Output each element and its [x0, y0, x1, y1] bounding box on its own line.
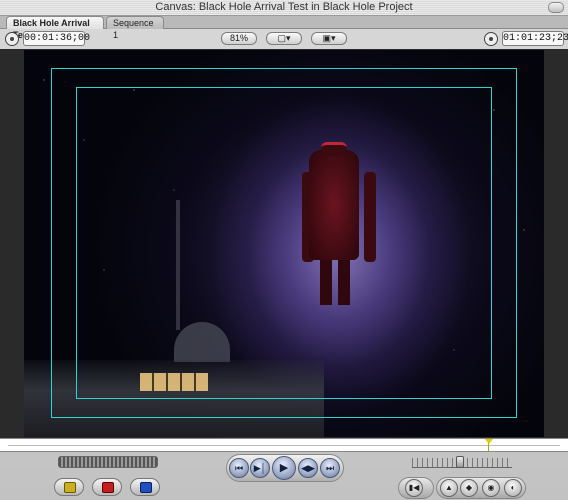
video-frame[interactable]	[24, 50, 544, 437]
scrubber-track	[8, 445, 560, 446]
play-around-current-button[interactable]: ◀▶	[298, 458, 318, 478]
tab-bar: Black Hole Arrival Test Sequence 1	[0, 16, 568, 40]
mark-out-icon	[102, 482, 114, 493]
current-timecode-field[interactable]: 01:01:23;23	[502, 31, 568, 46]
mark-clip-button[interactable]: ▲	[440, 479, 458, 497]
view-popup[interactable]: ▢▾	[266, 32, 302, 45]
zoom-popup[interactable]: 81%	[221, 32, 257, 45]
previous-edit-button[interactable]: ⏮	[229, 458, 249, 478]
current-timecode-target-icon	[484, 32, 498, 46]
window-zoom-button[interactable]	[548, 2, 564, 13]
play-button[interactable]: ▶	[272, 456, 296, 480]
overlay-popup[interactable]: ▣▾	[311, 32, 347, 45]
scrubber-bar[interactable]	[0, 438, 568, 452]
mark-out-button[interactable]	[92, 478, 122, 496]
jog-thumb[interactable]	[456, 456, 464, 468]
mark-in-button[interactable]	[54, 478, 84, 496]
tab-sequence-1[interactable]: Sequence 1	[106, 16, 164, 40]
canvas-controls: 00:01:36;00 81% ▢▾ ▣▾ 01:01:23;23	[0, 29, 568, 49]
duration-target-icon	[5, 32, 19, 46]
mark-in-icon	[64, 482, 76, 493]
duration-timecode-field[interactable]: 00:01:36;00	[23, 31, 90, 46]
overlay-insert-button[interactable]	[130, 478, 160, 496]
mark-out-point-button[interactable]: ◐	[504, 479, 522, 497]
add-marker-button[interactable]: ◆	[460, 479, 478, 497]
title-bar[interactable]: Canvas: Black Hole Arrival Test in Black…	[0, 0, 568, 16]
jog-control[interactable]	[412, 456, 512, 468]
play-in-to-out-button[interactable]: ▶│	[250, 458, 270, 478]
title-safe-boundary	[76, 87, 492, 399]
overwrite-icon	[140, 482, 152, 493]
window-title: Canvas: Black Hole Arrival Test in Black…	[155, 1, 413, 13]
next-edit-button[interactable]: ⏭	[320, 458, 340, 478]
canvas-window: Canvas: Black Hole Arrival Test in Black…	[0, 0, 568, 500]
shuttle-control[interactable]	[58, 456, 158, 468]
playhead[interactable]	[485, 439, 493, 451]
match-frame-button[interactable]: ▮◀	[405, 479, 423, 497]
transport-controls: ⏮ ▶│ ▶ ◀▶ ⏭ ▮◀ ▲ ◆ ◉ ◐	[0, 452, 568, 500]
mark-in-point-button[interactable]: ◉	[482, 479, 500, 497]
tab-black-hole-arrival-test[interactable]: Black Hole Arrival Test	[6, 16, 104, 40]
